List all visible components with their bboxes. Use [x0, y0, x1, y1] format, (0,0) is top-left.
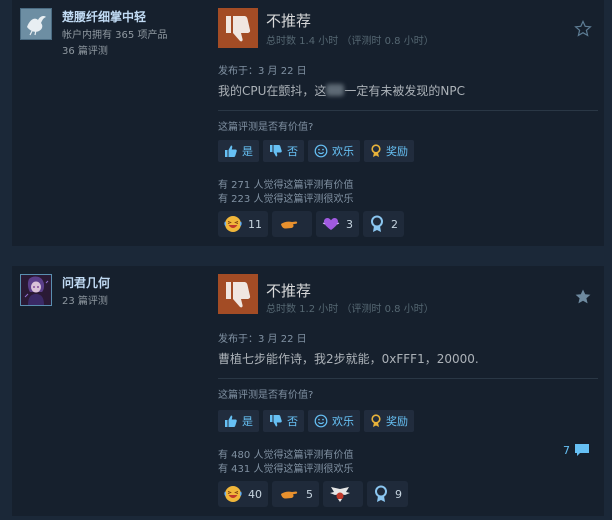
- divider: [218, 378, 598, 379]
- vote-yes-button[interactable]: 是: [218, 140, 259, 162]
- helpful-count: 有 271 人觉得这篇评测有价值: [218, 180, 354, 191]
- star-outline-icon[interactable]: [574, 20, 592, 38]
- content-part: 我的CPU在颤抖，这: [218, 84, 327, 98]
- award-label: 奖励: [386, 415, 408, 428]
- purple-heart-icon: [322, 218, 340, 230]
- vote-buttons: 是 否 欢乐 奖励: [218, 410, 414, 432]
- vote-no-button[interactable]: 否: [263, 140, 304, 162]
- verdict-title[interactable]: 不推荐: [266, 10, 311, 31]
- award-icon: [371, 144, 381, 157]
- author-review-count[interactable]: 23 篇评测: [62, 292, 108, 307]
- reaction-count: 5: [306, 487, 313, 501]
- thumbs-down-icon: [270, 415, 282, 427]
- helpful-question: 这篇评测是否有价值?: [218, 390, 314, 401]
- review-content: 我的CPU在颤抖，这 一定有未被发现的NPC: [218, 82, 465, 99]
- funny-count: 有 431 人觉得这篇评测很欢乐: [218, 464, 354, 475]
- medal-icon: [371, 215, 383, 232]
- author-review-count[interactable]: 36 篇评测: [62, 42, 108, 57]
- reaction-medal[interactable]: 2: [363, 211, 404, 237]
- reactions-row: 11 3 2: [218, 211, 404, 237]
- thumbs-down-icon: [270, 145, 282, 157]
- playtime-hours: 总时数 1.2 小时 （评测时 0.8 小时）: [266, 304, 434, 315]
- content-part: 一定有未被发现的NPC: [344, 84, 465, 98]
- reaction-medal[interactable]: 9: [367, 481, 408, 507]
- verdict-thumb-box: [218, 274, 258, 314]
- vote-funny-label: 欢乐: [332, 145, 354, 158]
- reaction-count: 3: [346, 217, 353, 231]
- divider: [218, 110, 598, 111]
- helpful-question: 这篇评测是否有价值?: [218, 122, 314, 133]
- verdict-title[interactable]: 不推荐: [266, 280, 311, 301]
- laughing-face-icon: [224, 216, 242, 232]
- winged-badge-icon: [330, 487, 350, 502]
- thumbs-down-icon: [226, 282, 251, 308]
- laughing-face-icon: [224, 486, 242, 502]
- clapping-hand-icon: [281, 491, 298, 499]
- vote-yes-button[interactable]: 是: [218, 410, 259, 432]
- thumbs-up-icon: [225, 145, 237, 157]
- reaction-clapping[interactable]: 5: [272, 481, 319, 507]
- vote-buttons: 是 否 欢乐 奖励: [218, 140, 414, 162]
- helpful-count: 有 480 人觉得这篇评测有价值: [218, 450, 354, 461]
- vote-no-label: 否: [287, 415, 298, 428]
- vote-no-button[interactable]: 否: [263, 410, 304, 432]
- author-avatar[interactable]: [20, 8, 52, 40]
- reaction-heart[interactable]: 3: [316, 211, 359, 237]
- dove-avatar-icon: [21, 9, 51, 39]
- smiley-icon: [314, 144, 328, 158]
- author-name[interactable]: 问君几何: [62, 274, 110, 291]
- posted-date: 发布于：3 月 22 日: [218, 334, 307, 345]
- medal-icon: [375, 485, 387, 502]
- comment-bubble-icon: [575, 444, 589, 456]
- anime-character-avatar-icon: [21, 275, 51, 305]
- reaction-winged-badge[interactable]: [323, 481, 363, 507]
- reaction-laughing[interactable]: 40: [218, 481, 268, 507]
- vote-no-label: 否: [287, 145, 298, 158]
- review-card: 问君几何 23 篇评测 不推荐 总时数 1.2 小时 （评测时 0.8 小时） …: [12, 266, 604, 516]
- award-label: 奖励: [386, 145, 408, 158]
- playtime-hours: 总时数 1.4 小时 （评测时 0.8 小时）: [266, 36, 434, 47]
- funny-count: 有 223 人觉得这篇评测很欢乐: [218, 194, 354, 205]
- vote-funny-button[interactable]: 欢乐: [308, 140, 360, 162]
- comments-count: 7: [563, 443, 570, 457]
- verdict-thumb-box: [218, 8, 258, 48]
- reaction-clapping[interactable]: [272, 211, 312, 237]
- author-name[interactable]: 楚腰纤细掌中轻: [62, 8, 146, 25]
- vote-yes-label: 是: [242, 415, 253, 428]
- author-avatar[interactable]: [20, 274, 52, 306]
- smiley-icon: [314, 414, 328, 428]
- posted-date: 发布于：3 月 22 日: [218, 66, 307, 77]
- reaction-count: 11: [248, 217, 262, 231]
- review-content: 曹植七步能作诗，我2步就能，0xFFF1，20000.: [218, 352, 479, 366]
- reaction-count: 9: [395, 487, 402, 501]
- comments-link[interactable]: 7: [563, 443, 590, 457]
- author-products-owned[interactable]: 帐户内拥有 365 项产品: [62, 26, 167, 41]
- blurred-text: [326, 84, 345, 96]
- reactions-row: 40 5 9: [218, 481, 408, 507]
- thumbs-up-icon: [225, 415, 237, 427]
- award-button[interactable]: 奖励: [364, 140, 414, 162]
- reaction-laughing[interactable]: 11: [218, 211, 268, 237]
- vote-yes-label: 是: [242, 145, 253, 158]
- vote-funny-label: 欢乐: [332, 415, 354, 428]
- reaction-count: 40: [248, 487, 262, 501]
- review-card: 楚腰纤细掌中轻 帐户内拥有 365 项产品 36 篇评测 不推荐 总时数 1.4…: [12, 0, 604, 246]
- reaction-count: 2: [391, 217, 398, 231]
- award-button[interactable]: 奖励: [364, 410, 414, 432]
- thumbs-down-icon: [226, 16, 251, 42]
- star-filled-icon[interactable]: [574, 288, 592, 306]
- clapping-hand-icon: [281, 221, 298, 229]
- award-icon: [371, 414, 381, 427]
- vote-funny-button[interactable]: 欢乐: [308, 410, 360, 432]
